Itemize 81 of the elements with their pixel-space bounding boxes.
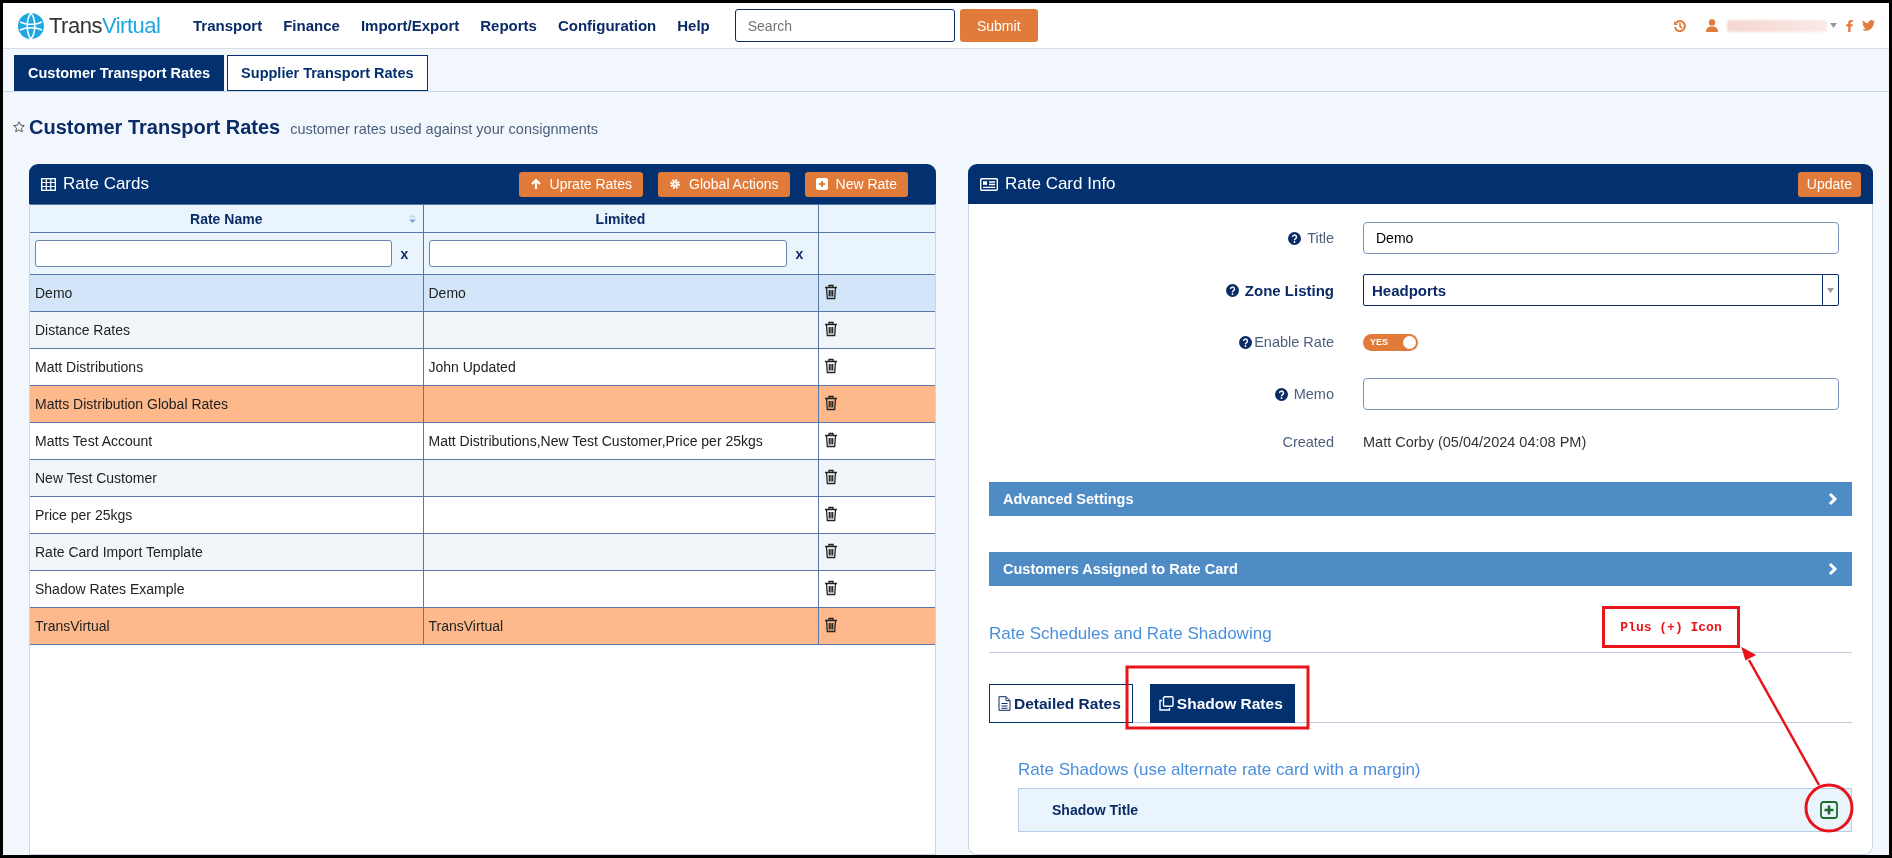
accordion-header[interactable]: Advanced Settings — [989, 482, 1852, 516]
filter-field[interactable] — [35, 240, 392, 267]
table-icon — [41, 177, 56, 191]
field-label: Memo — [1293, 386, 1334, 402]
gear-icon — [669, 178, 682, 190]
table-cell: Matt Distributions — [30, 348, 423, 386]
caret-icon[interactable] — [1830, 23, 1837, 28]
plus-icon[interactable] — [1820, 801, 1838, 819]
table-cell: TransVirtual — [423, 607, 818, 645]
history-icon[interactable] — [1673, 18, 1687, 33]
annotation-label: Plus (+) Icon — [1602, 606, 1740, 648]
table-cell: Demo — [30, 274, 423, 312]
section-heading: Rate Shadows (use alternate rate card with a margin) — [1018, 760, 1422, 780]
plus-square-icon — [815, 178, 828, 190]
nav-menu-item[interactable]: Import/Export — [360, 17, 460, 34]
star-icon[interactable] — [13, 121, 25, 133]
field-value: Matt Corby (05/04/2024 04:08 PM) — [1363, 434, 1588, 452]
panel-title: Rate Cards — [63, 174, 149, 194]
id-card-icon — [980, 177, 998, 191]
facebook-icon[interactable] — [1846, 19, 1853, 32]
filter-field[interactable] — [428, 240, 787, 267]
field-label: Zone Listing — [1244, 281, 1334, 299]
table-cell: New Test Customer — [30, 459, 423, 497]
trash-icon[interactable] — [823, 542, 838, 559]
page-title: Customer Transport Rates — [29, 115, 281, 139]
highlight-circle — [1804, 783, 1854, 833]
trash-icon[interactable] — [823, 320, 838, 337]
nav-menu-item[interactable]: Reports — [480, 17, 537, 34]
table-cell: Matt Distributions,New Test Customer,Price per 25kgs — [423, 422, 818, 460]
table-cell: John Updated — [423, 348, 818, 386]
document-icon — [998, 696, 1011, 711]
nav-menu-item[interactable]: Help — [677, 17, 710, 34]
copy-icon — [1158, 696, 1174, 711]
caret-icon — [1827, 287, 1834, 293]
table-cell: TransVirtual — [30, 607, 423, 645]
clear-filter-button[interactable]: x — [391, 245, 418, 262]
text-field[interactable]: Demo — [1363, 222, 1839, 254]
accordion-header[interactable]: Customers Assigned to Rate Card — [989, 552, 1852, 586]
field-label: Title — [1307, 230, 1334, 246]
nav-menu-item[interactable]: Finance — [283, 17, 340, 34]
help-icon — [1288, 231, 1302, 245]
twitter-bird-icon[interactable] — [1862, 20, 1875, 31]
trash-icon[interactable] — [823, 579, 838, 596]
rates-tab[interactable]: Shadow Rates — [1149, 684, 1295, 723]
column-header[interactable]: Rate Name — [30, 204, 423, 233]
trash-icon[interactable] — [823, 468, 838, 485]
page-tab[interactable]: Supplier Transport Rates — [227, 55, 428, 91]
table-cell: Rate Card Import Template — [30, 533, 423, 571]
text-field[interactable] — [1363, 378, 1839, 410]
table-cell: Distance Rates — [30, 311, 423, 349]
trash-icon[interactable] — [823, 431, 838, 448]
table-cell: Shadow Rates Example — [30, 570, 423, 608]
trash-icon[interactable] — [823, 505, 838, 522]
search-field[interactable]: Search — [734, 9, 955, 42]
page-tab[interactable]: Customer Transport Rates — [14, 55, 225, 91]
globe-logo-icon — [17, 11, 45, 40]
user-icon[interactable] — [1706, 19, 1718, 32]
select-field[interactable]: Headports — [1363, 274, 1839, 306]
field-label: Enable Rate — [1254, 334, 1334, 350]
help-icon — [1239, 335, 1253, 349]
nav-menu-item[interactable]: Transport — [193, 17, 263, 34]
table-cell: Demo — [423, 274, 818, 312]
trash-icon[interactable] — [823, 283, 838, 300]
page-subtitle: customer rates used against your consignments — [290, 120, 599, 137]
table-cell: Matts Test Account — [30, 422, 423, 460]
shadow-table-header: Shadow Title — [1018, 788, 1852, 832]
help-icon — [1274, 387, 1288, 401]
help-icon — [1225, 283, 1239, 297]
trash-icon[interactable] — [823, 616, 838, 633]
clear-filter-button[interactable]: x — [786, 245, 813, 262]
rates-tab[interactable]: Detailed Rates — [989, 684, 1133, 723]
column-header[interactable]: Limited — [423, 204, 818, 233]
arrow-up-icon — [529, 178, 542, 190]
field-label: Created — [1282, 434, 1334, 450]
table-cell: Matts Distribution Global Rates — [30, 385, 423, 423]
trash-icon[interactable] — [823, 394, 838, 411]
trash-icon[interactable] — [823, 357, 838, 374]
table-cell: Price per 25kgs — [30, 496, 423, 534]
logo-text: TransVirtual — [49, 12, 161, 39]
panel-title: Rate Card Info — [1005, 174, 1116, 194]
nav-menu-item[interactable]: Configuration — [557, 17, 657, 34]
